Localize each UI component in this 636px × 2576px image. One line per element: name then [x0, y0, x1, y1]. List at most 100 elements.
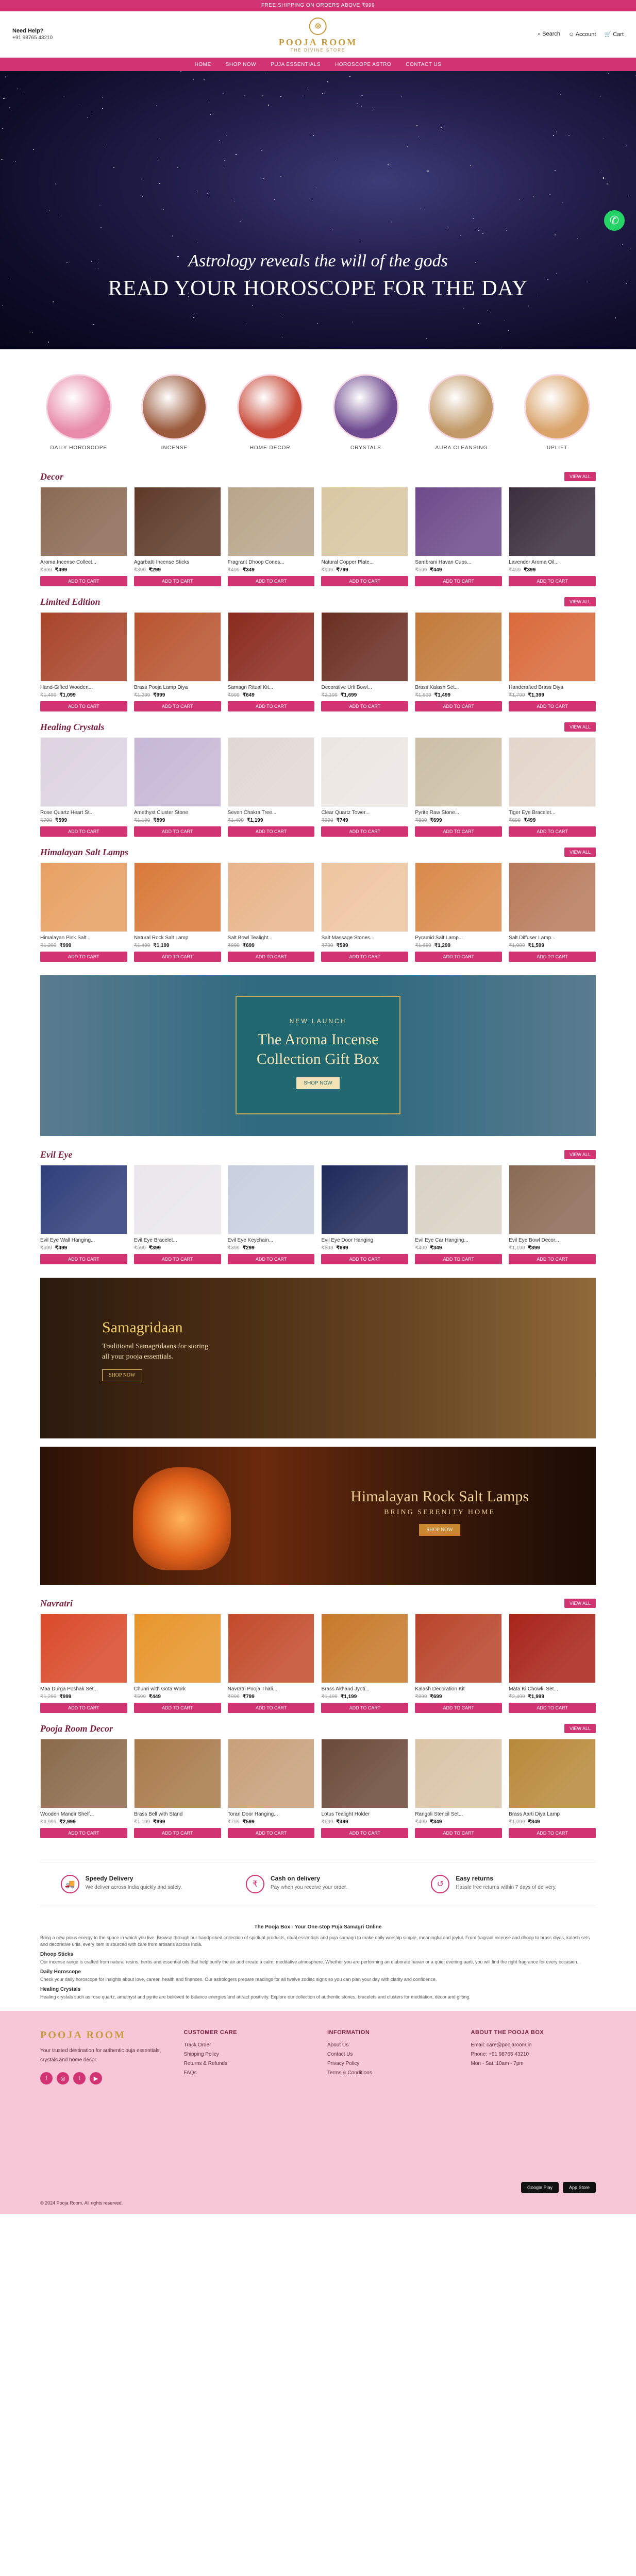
add-to-cart-button[interactable]: ADD TO CART	[321, 1828, 409, 1838]
product-card[interactable]: Wooden Mandir Shelf... ₹3,999 ₹2,999 ADD TO…	[40, 1739, 127, 1838]
product-image[interactable]	[133, 1165, 221, 1234]
add-to-cart-button[interactable]: ADD TO CART	[227, 952, 315, 962]
product-name[interactable]: Salt Diffuser Lamp...	[509, 935, 596, 941]
product-card[interactable]: Brass Akhand Jyoti... ₹1,499 ₹1,199 ADD TO …	[321, 1614, 409, 1713]
add-to-cart-button[interactable]: ADD TO CART	[133, 1254, 221, 1264]
view-all-button[interactable]: VIEW ALL	[564, 848, 596, 857]
product-card[interactable]: Evil Eye Car Hanging... ₹499 ₹349 ADD TO CA…	[415, 1165, 503, 1264]
view-all-button[interactable]: VIEW ALL	[564, 722, 596, 732]
cart-button[interactable]: 🛒 Cart	[604, 31, 624, 38]
add-to-cart-button[interactable]: ADD TO CART	[415, 1254, 503, 1264]
add-to-cart-button[interactable]: ADD TO CART	[321, 1703, 409, 1713]
category-item[interactable]: Daily Horoscope	[43, 374, 115, 451]
product-name[interactable]: Himalayan Pink Salt...	[40, 935, 127, 941]
category-item[interactable]: Uplift	[521, 374, 593, 451]
add-to-cart-button[interactable]: ADD TO CART	[227, 1828, 315, 1838]
product-name[interactable]: Brass Akhand Jyoti...	[321, 1686, 408, 1692]
product-image[interactable]	[415, 737, 503, 807]
gift-box-banner[interactable]: NEW LAUNCH The Aroma Incense Collection …	[40, 975, 596, 1136]
nav-item-contact[interactable]: Contact Us	[406, 62, 441, 67]
category-item[interactable]: Crystals	[330, 374, 402, 451]
product-card[interactable]: Evil Eye Wall Hanging... ₹699 ₹499 ADD TO C…	[40, 1165, 127, 1264]
product-image[interactable]	[321, 1165, 409, 1234]
facebook-icon[interactable]: f	[40, 2072, 53, 2084]
add-to-cart-button[interactable]: ADD TO CART	[321, 576, 409, 586]
product-card[interactable]: Maa Durga Poshak Set... ₹1,299 ₹999 ADD TO …	[40, 1614, 127, 1713]
account-button[interactable]: ☺ Account	[568, 31, 596, 38]
add-to-cart-button[interactable]: ADD TO CART	[40, 952, 127, 962]
product-name[interactable]: Evil Eye Bracelet...	[134, 1238, 221, 1243]
product-name[interactable]: Pyramid Salt Lamp...	[415, 935, 502, 941]
add-to-cart-button[interactable]: ADD TO CART	[509, 826, 596, 837]
product-card[interactable]: Rose Quartz Heart St... ₹799 ₹599 ADD TO CA…	[40, 737, 127, 837]
product-image[interactable]	[415, 862, 503, 932]
footer-contact[interactable]: Email: care@poojaroom.in	[471, 2041, 596, 2050]
product-card[interactable]: Brass Kalash Set... ₹1,899 ₹1,499 ADD TO CA…	[415, 612, 503, 711]
product-card[interactable]: Decorative Urli Bowl... ₹2,199 ₹1,699 ADD T…	[321, 612, 409, 711]
footer-link[interactable]: Terms & Conditions	[327, 2069, 453, 2078]
product-card[interactable]: Navratri Pooja Thali... ₹999 ₹799 ADD TO CA…	[227, 1614, 315, 1713]
product-card[interactable]: Seven Chakra Tree... ₹1,499 ₹1,199 ADD TO C…	[227, 737, 315, 837]
add-to-cart-button[interactable]: ADD TO CART	[40, 576, 127, 586]
product-card[interactable]: Fragrant Dhoop Cones... ₹499 ₹349 ADD TO CA…	[227, 487, 315, 586]
view-all-button[interactable]: VIEW ALL	[564, 472, 596, 481]
product-image[interactable]	[415, 612, 503, 682]
nav-item-home[interactable]: Home	[195, 62, 211, 67]
product-card[interactable]: Salt Massage Stones... ₹799 ₹599 ADD TO CAR…	[321, 862, 409, 962]
product-card[interactable]: Hand-Gifted Wooden... ₹1,499 ₹1,099 ADD TO …	[40, 612, 127, 711]
samagridaan-button[interactable]: SHOP NOW	[102, 1369, 142, 1381]
google-play-badge[interactable]: Google Play	[521, 2182, 559, 2193]
product-image[interactable]	[509, 1165, 596, 1234]
add-to-cart-button[interactable]: ADD TO CART	[133, 701, 221, 711]
product-image[interactable]	[40, 737, 127, 807]
product-card[interactable]: Natural Rock Salt Lamp ₹1,499 ₹1,199 ADD TO…	[133, 862, 221, 962]
product-card[interactable]: Pyramid Salt Lamp... ₹1,699 ₹1,299 ADD TO C…	[415, 862, 503, 962]
gift-banner-button[interactable]: SHOP NOW	[296, 1077, 340, 1089]
product-image[interactable]	[227, 1739, 315, 1808]
add-to-cart-button[interactable]: ADD TO CART	[321, 701, 409, 711]
product-card[interactable]: Brass Bell with Stand ₹1,199 ₹899 ADD TO CA…	[133, 1739, 221, 1838]
product-image[interactable]	[40, 487, 127, 556]
add-to-cart-button[interactable]: ADD TO CART	[509, 701, 596, 711]
product-name[interactable]: Natural Rock Salt Lamp	[134, 935, 221, 941]
product-name[interactable]: Lavender Aroma Oil...	[509, 560, 596, 565]
product-name[interactable]: Brass Aarti Diya Lamp	[509, 1811, 596, 1817]
product-name[interactable]: Salt Massage Stones...	[321, 935, 408, 941]
footer-link[interactable]: Track Order	[184, 2041, 309, 2050]
product-name[interactable]: Brass Bell with Stand	[134, 1811, 221, 1817]
product-image[interactable]	[40, 1165, 127, 1234]
product-card[interactable]: Brass Pooja Lamp Diya ₹1,299 ₹999 ADD TO CA…	[133, 612, 221, 711]
product-image[interactable]	[133, 1614, 221, 1683]
product-name[interactable]: Rangoli Stencil Set...	[415, 1811, 502, 1817]
product-image[interactable]	[321, 612, 409, 682]
whatsapp-icon[interactable]: ✆	[604, 210, 625, 231]
category-item[interactable]: Aura Cleansing	[425, 374, 497, 451]
add-to-cart-button[interactable]: ADD TO CART	[509, 576, 596, 586]
category-item[interactable]: Incense	[138, 374, 210, 451]
product-image[interactable]	[227, 737, 315, 807]
product-name[interactable]: Evil Eye Door Hanging	[321, 1238, 408, 1243]
product-name[interactable]: Evil Eye Bowl Decor...	[509, 1238, 596, 1243]
add-to-cart-button[interactable]: ADD TO CART	[227, 576, 315, 586]
view-all-button[interactable]: VIEW ALL	[564, 597, 596, 606]
product-name[interactable]: Brass Kalash Set...	[415, 685, 502, 690]
product-card[interactable]: Kalash Decoration Kit ₹899 ₹699 ADD TO CART	[415, 1614, 503, 1713]
instagram-icon[interactable]: ◎	[57, 2072, 69, 2084]
product-card[interactable]: Tiger Eye Bracelet... ₹699 ₹499 ADD TO CART	[509, 737, 596, 837]
add-to-cart-button[interactable]: ADD TO CART	[227, 826, 315, 837]
product-image[interactable]	[227, 862, 315, 932]
view-all-button[interactable]: VIEW ALL	[564, 1599, 596, 1608]
product-card[interactable]: Handcrafted Brass Diya ₹1,799 ₹1,399 ADD TO…	[509, 612, 596, 711]
footer-link[interactable]: Returns & Refunds	[184, 2059, 309, 2069]
product-name[interactable]: Decorative Urli Bowl...	[321, 685, 408, 690]
footer-contact[interactable]: Phone: +91 98765 43210	[471, 2050, 596, 2059]
product-image[interactable]	[415, 1165, 503, 1234]
product-card[interactable]: Evil Eye Keychain... ₹399 ₹299 ADD TO CART	[227, 1165, 315, 1264]
salt-banner-button[interactable]: SHOP NOW	[419, 1524, 460, 1536]
product-image[interactable]	[415, 1614, 503, 1683]
product-name[interactable]: Pyrite Raw Stone...	[415, 810, 502, 816]
add-to-cart-button[interactable]: ADD TO CART	[40, 701, 127, 711]
product-image[interactable]	[509, 487, 596, 556]
product-card[interactable]: Evil Eye Door Hanging ₹899 ₹699 ADD TO CART	[321, 1165, 409, 1264]
product-name[interactable]: Evil Eye Keychain...	[228, 1238, 315, 1243]
